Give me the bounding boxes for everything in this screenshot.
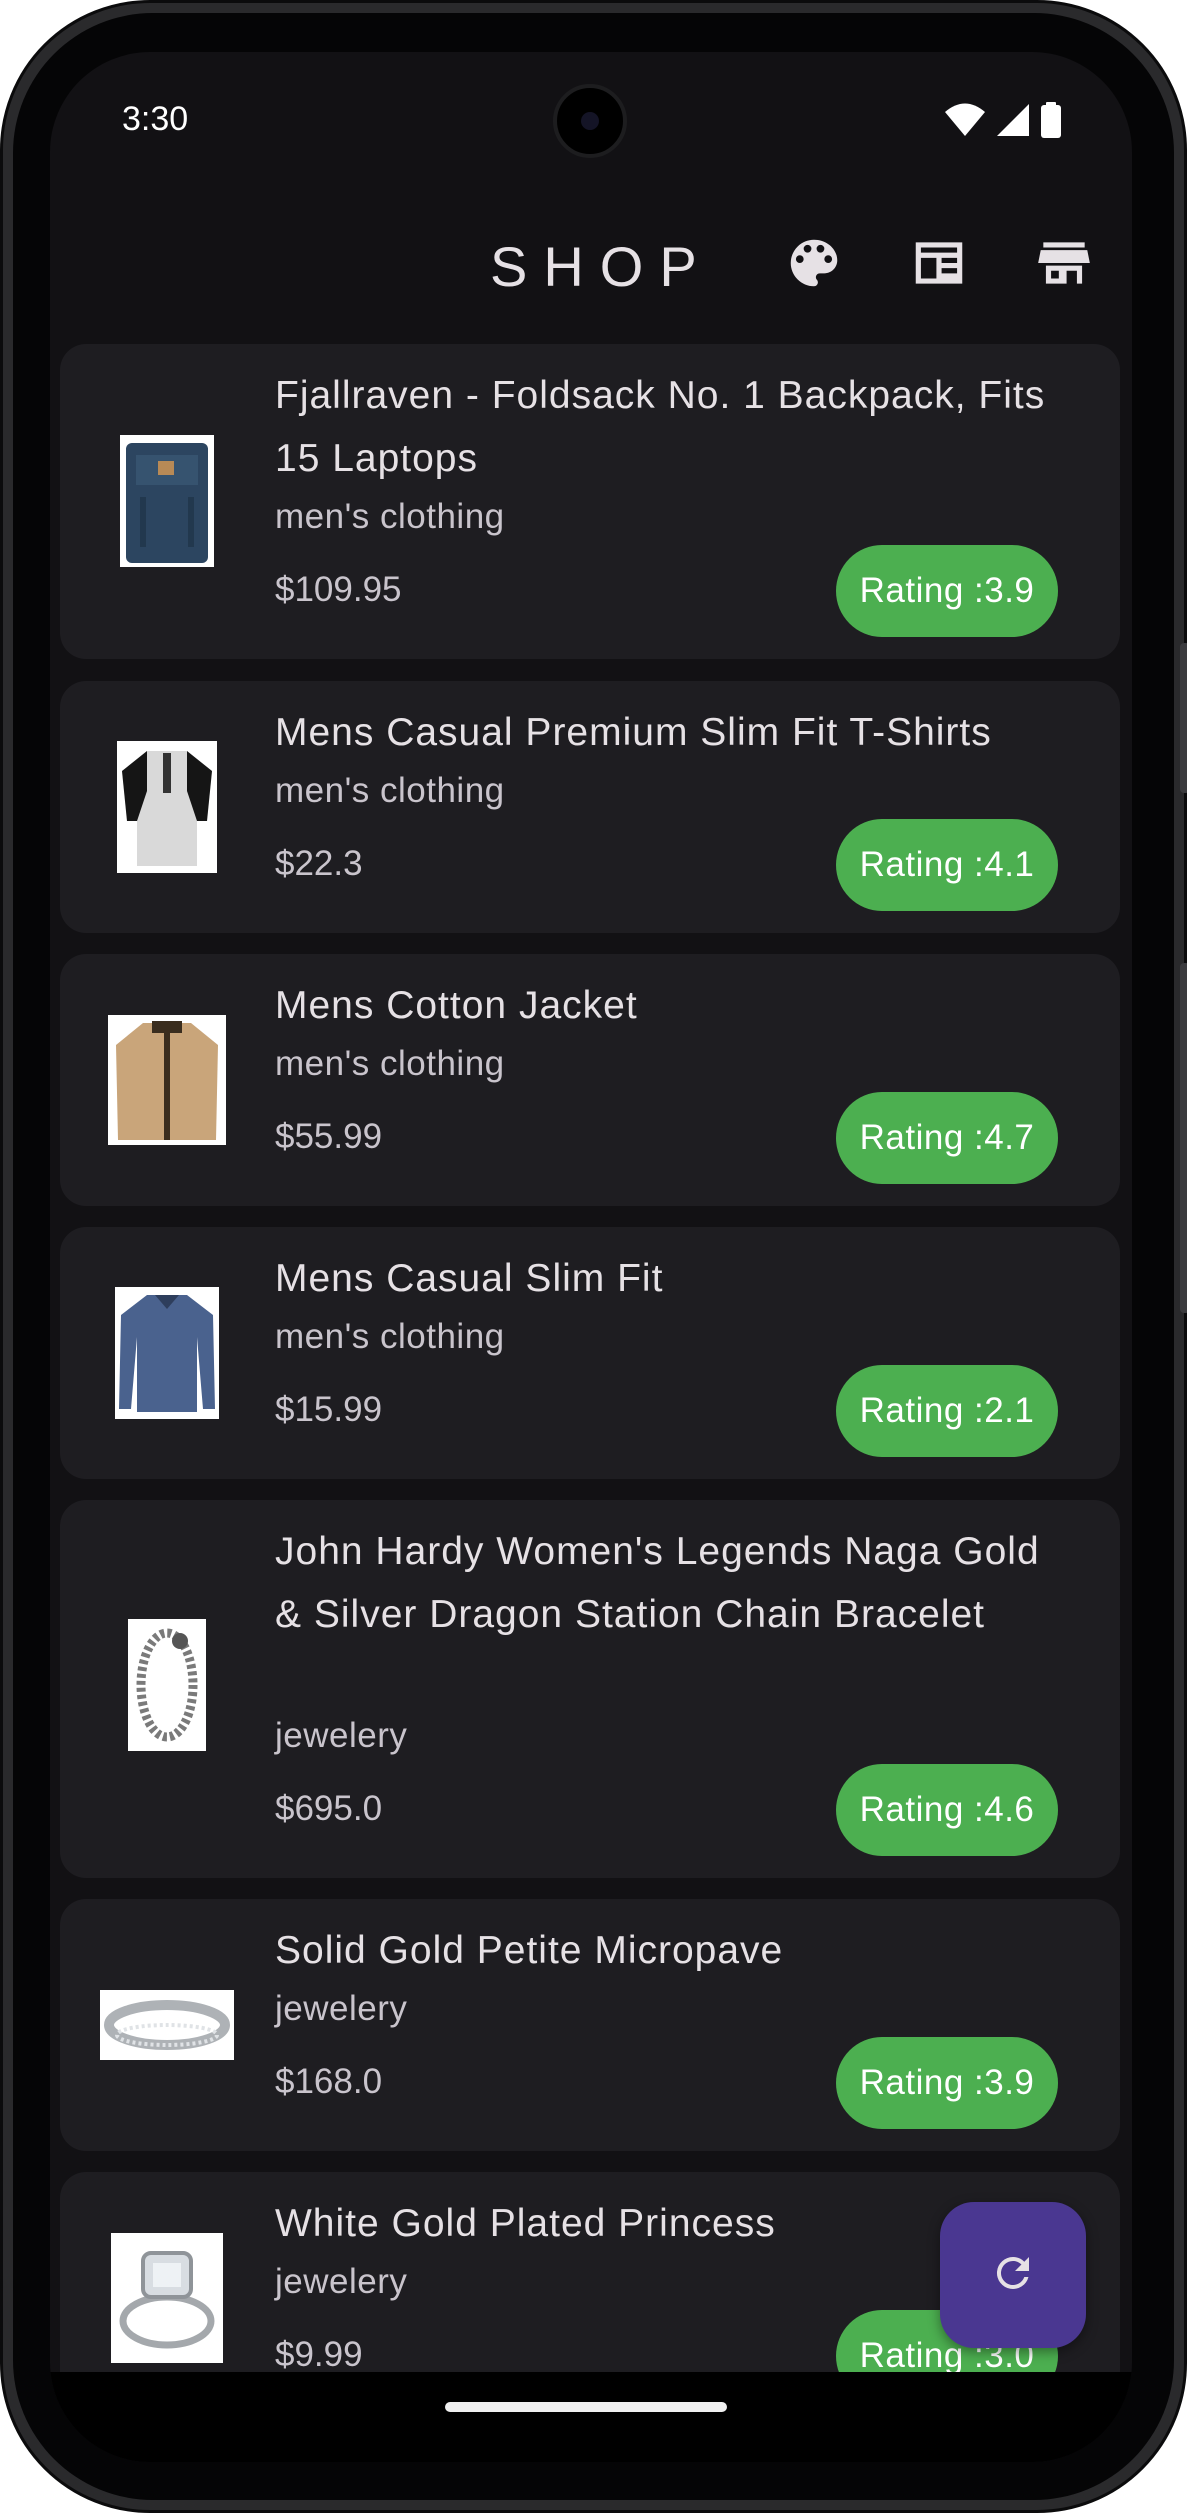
gesture-nav-bar — [50, 2372, 1132, 2462]
product-card[interactable]: Mens Casual Premium Slim Fit T-Shirts me… — [60, 681, 1120, 933]
battery-icon — [1040, 102, 1062, 143]
rating-chip[interactable]: Rating :2.1 — [836, 1365, 1058, 1457]
status-icons — [944, 102, 1062, 143]
product-card[interactable]: Mens Cotton Jacket men's clothing $55.99… — [60, 954, 1120, 1206]
screen: 3:30 SHOP Fjallraven - Foldsack No. 1 Ba… — [50, 52, 1132, 2462]
product-title: Mens Casual Slim Fit — [275, 1257, 664, 1300]
rating-chip[interactable]: Rating :4.7 — [836, 1092, 1058, 1184]
product-price: $9.99 — [275, 2335, 363, 2374]
refresh-button[interactable] — [940, 2202, 1086, 2348]
product-title: John Hardy Women's Legends Naga Gold & S… — [275, 1530, 1040, 1636]
product-category: men's clothing — [275, 1317, 505, 1356]
product-category: jewelery — [275, 1716, 408, 1755]
home-handle[interactable] — [445, 2402, 727, 2412]
storefront-icon[interactable] — [1033, 232, 1095, 294]
product-title: Fjallraven - Foldsack No. 1 Backpack, Fi… — [275, 374, 1046, 480]
product-card[interactable]: John Hardy Women's Legends Naga Gold & S… — [60, 1500, 1120, 1878]
product-image-bracelet — [92, 1618, 242, 1752]
product-card[interactable]: Solid Gold Petite Micropave jewelery $16… — [60, 1899, 1120, 2151]
product-image-tshirt — [92, 740, 242, 874]
product-price: $22.3 — [275, 844, 363, 883]
volume-button — [1180, 643, 1187, 793]
product-category: men's clothing — [275, 1044, 505, 1083]
palette-icon[interactable] — [783, 232, 845, 294]
wifi-icon — [944, 103, 986, 142]
refresh-icon — [989, 2249, 1037, 2302]
rating-chip[interactable]: Rating :4.6 — [836, 1764, 1058, 1856]
rating-chip[interactable]: Rating :4.1 — [836, 819, 1058, 911]
product-card[interactable]: Fjallraven - Foldsack No. 1 Backpack, Fi… — [60, 344, 1120, 659]
app-bar: SHOP — [50, 212, 1132, 312]
product-price: $695.0 — [275, 1789, 383, 1828]
product-price: $168.0 — [275, 2062, 383, 2101]
signal-icon — [996, 103, 1030, 142]
product-image-jacket — [92, 1013, 242, 1147]
product-category: men's clothing — [275, 497, 505, 536]
product-image-longsleeve — [92, 1286, 242, 1420]
newspaper-icon[interactable] — [908, 232, 970, 294]
product-price: $15.99 — [275, 1390, 383, 1429]
product-image-backpack — [92, 432, 242, 570]
rating-chip[interactable]: Rating :3.9 — [836, 545, 1058, 637]
product-title: Mens Cotton Jacket — [275, 984, 638, 1027]
app-title: SHOP — [490, 235, 713, 298]
status-time: 3:30 — [122, 100, 189, 138]
product-title: Solid Gold Petite Micropave — [275, 1929, 784, 1972]
product-price: $55.99 — [275, 1117, 383, 1156]
product-category: men's clothing — [275, 771, 505, 810]
product-image-ring-set — [92, 2231, 242, 2365]
product-category: jewelery — [275, 2262, 408, 2301]
product-price: $109.95 — [275, 570, 402, 609]
product-card[interactable]: Mens Casual Slim Fit men's clothing $15.… — [60, 1227, 1120, 1479]
front-camera — [553, 84, 627, 158]
rating-chip[interactable]: Rating :3.9 — [836, 2037, 1058, 2129]
status-bar: 3:30 — [50, 52, 1132, 182]
product-title: Mens Casual Premium Slim Fit T-Shirts — [275, 711, 992, 754]
product-category: jewelery — [275, 1989, 408, 2028]
power-button — [1180, 963, 1187, 1313]
product-image-ring — [92, 1958, 242, 2092]
